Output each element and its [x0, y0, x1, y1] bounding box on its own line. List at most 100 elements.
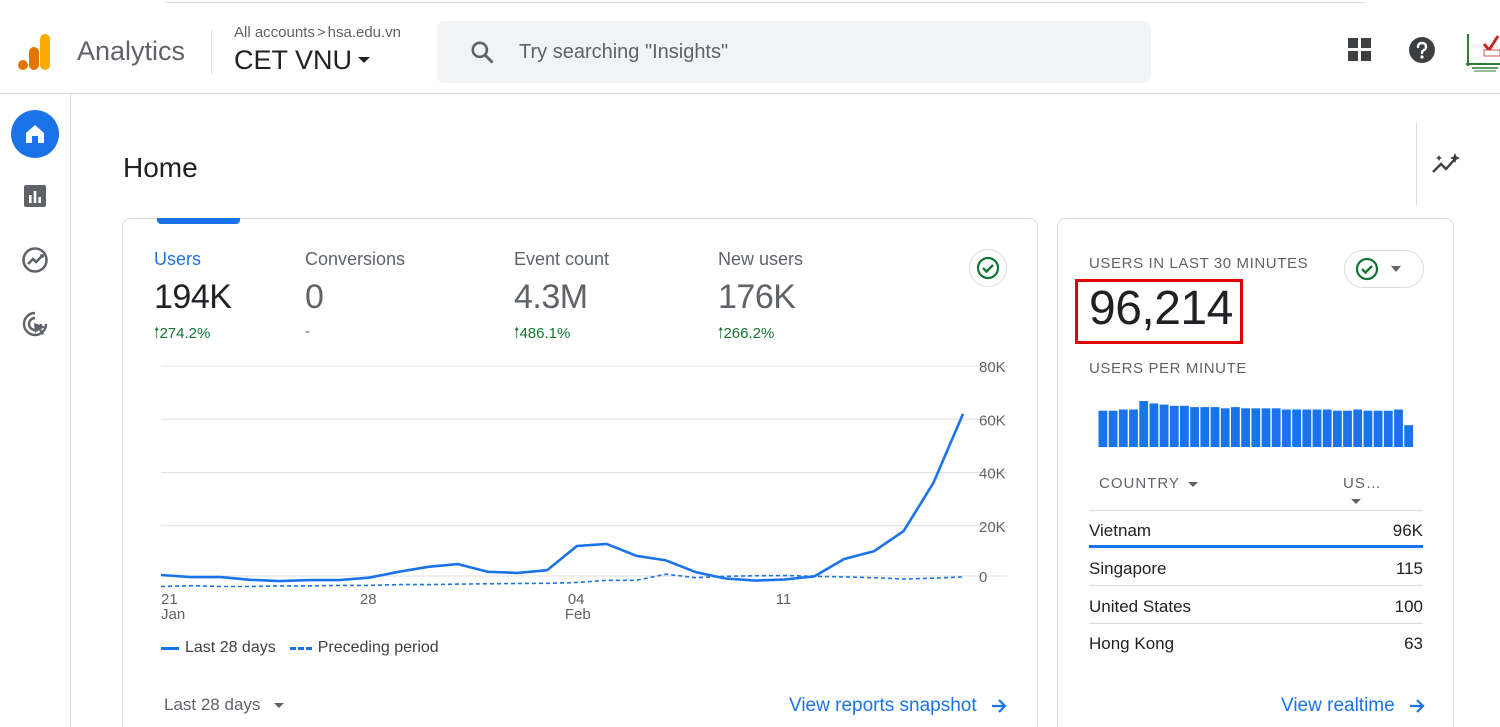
nav-reports[interactable]: [11, 172, 59, 220]
minute-bar[interactable]: [1322, 409, 1332, 448]
minute-bar[interactable]: [1363, 410, 1373, 447]
breadcrumb[interactable]: All accounts > hsa.edu.vn: [234, 24, 401, 41]
minute-bar[interactable]: [1169, 405, 1179, 447]
arrow-right-icon: [1409, 699, 1425, 713]
minute-bar[interactable]: [1139, 401, 1149, 447]
x-tick-month-label: Feb: [565, 606, 591, 623]
property-selector[interactable]: CET VNU: [234, 45, 371, 76]
metric-event-count-value: 4.3M: [514, 278, 588, 316]
minute-bar[interactable]: [1190, 407, 1199, 447]
date-range-selector[interactable]: Last 28 days: [164, 695, 285, 715]
minute-bar[interactable]: [1149, 403, 1159, 447]
minute-bar[interactable]: [1302, 409, 1312, 448]
minute-bar[interactable]: [1098, 410, 1108, 447]
minute-bar[interactable]: [1129, 409, 1138, 448]
minute-bar[interactable]: [1383, 410, 1393, 447]
view-reports-snapshot-link[interactable]: View reports snapshot: [789, 695, 1009, 717]
help-icon[interactable]: [1408, 36, 1436, 64]
search-bar[interactable]: [437, 21, 1151, 83]
minute-bar[interactable]: [1118, 409, 1128, 448]
minute-bar[interactable]: [1353, 409, 1363, 448]
y-tick-label: 20K: [979, 519, 1006, 536]
realtime-check-dropdown[interactable]: [1344, 250, 1424, 288]
minute-bar[interactable]: [1159, 404, 1169, 447]
metric-users[interactable]: Users 194K 🠑274.2%: [154, 249, 232, 348]
minute-bar[interactable]: [1108, 410, 1118, 447]
y-tick-label: 0: [979, 569, 987, 586]
minute-bar[interactable]: [1292, 409, 1301, 448]
nav-home[interactable]: [11, 110, 59, 158]
search-input[interactable]: [519, 35, 1119, 69]
metric-users-label: Users: [154, 249, 202, 269]
realtime-title: USERS IN LAST 30 MINUTES: [1089, 255, 1309, 272]
minute-bar[interactable]: [1271, 408, 1281, 447]
users-per-minute-label: USERS PER MINUTE: [1089, 360, 1247, 377]
row-country: Hong Kong: [1089, 634, 1175, 653]
x-tick-label: 28: [360, 591, 377, 608]
minute-bar[interactable]: [1180, 405, 1189, 447]
minute-bar[interactable]: [1333, 410, 1342, 447]
metric-conversions-value: 0: [305, 278, 324, 316]
account-avatar[interactable]: [1462, 30, 1500, 74]
data-quality-check-button[interactable]: [969, 249, 1007, 287]
explore-icon: [22, 247, 48, 273]
home-icon: [26, 125, 44, 143]
minute-bar[interactable]: [1210, 407, 1220, 447]
app-name: Analytics: [77, 36, 186, 66]
minute-bar[interactable]: [1241, 408, 1250, 447]
col-users-header[interactable]: US…: [1343, 475, 1399, 509]
realtime-card: USERS IN LAST 30 MINUTES 96,214 USERS PE…: [1057, 218, 1454, 727]
metric-event-count-change: 🠑486.1%: [514, 325, 571, 342]
row-value: 63: [1404, 634, 1423, 653]
caret-down-icon: [1187, 481, 1198, 487]
minute-bar[interactable]: [1404, 425, 1414, 447]
check-circle-icon: [976, 256, 1000, 280]
minute-bar[interactable]: [1261, 408, 1271, 447]
minute-bar[interactable]: [1220, 408, 1230, 447]
metric-users-change: 🠑274.2%: [154, 325, 211, 342]
minute-bar[interactable]: [1394, 409, 1403, 448]
property-name[interactable]: CET VNU: [234, 45, 352, 75]
minute-bar[interactable]: [1282, 409, 1291, 448]
metric-conversions-label: Conversions: [305, 249, 406, 269]
minute-bar[interactable]: [1373, 410, 1383, 447]
chart-legend: Last 28 days Preceding period: [161, 639, 439, 657]
top-strip-bar: [165, 0, 1365, 3]
minute-bar[interactable]: [1200, 407, 1210, 447]
nav-advertising[interactable]: [11, 300, 59, 348]
legend-dashed-swatch: [289, 646, 312, 650]
analytics-logo[interactable]: [18, 32, 54, 72]
users-per-minute-chart: [1098, 401, 1414, 448]
caret-down-icon: [274, 703, 285, 709]
minute-bar[interactable]: [1251, 408, 1261, 447]
series-last-28-days-line: [160, 413, 965, 583]
apps-grid-icon[interactable]: [1346, 36, 1374, 64]
metric-conversions-change: -: [305, 323, 310, 340]
header-divider: [211, 30, 212, 74]
breadcrumb-sub[interactable]: hsa.edu.vn: [328, 24, 401, 41]
page-title: Home: [123, 152, 198, 183]
breadcrumb-account[interactable]: All accounts: [234, 24, 315, 41]
minute-bar[interactable]: [1312, 409, 1322, 448]
metric-new-users[interactable]: New users 176K 🠑266.2%: [718, 249, 803, 348]
legend-current: Last 28 days: [185, 639, 276, 656]
insights-sparkle-icon[interactable]: [1431, 150, 1463, 178]
overview-card: Users 194K 🠑274.2% Conversions 0 - Event…: [122, 218, 1038, 727]
nav-explore[interactable]: [11, 236, 59, 284]
table-row: Singapore 115: [1089, 549, 1423, 586]
minute-bar[interactable]: [1231, 407, 1240, 447]
minute-bar[interactable]: [1343, 410, 1352, 447]
table-row: Vietnam 96K: [1089, 511, 1423, 548]
col-country-header[interactable]: COUNTRY: [1099, 475, 1198, 492]
y-tick-label: 40K: [979, 466, 1006, 483]
metric-event-count[interactable]: Event count 4.3M 🠑486.1%: [514, 249, 609, 348]
view-realtime-link[interactable]: View realtime: [1281, 695, 1427, 717]
caret-down-icon: [1351, 498, 1361, 504]
x-tick-month-label: Jan: [161, 606, 185, 623]
y-tick-label: 80K: [979, 359, 1006, 376]
browser-top-strip: [0, 0, 1500, 8]
red-highlight-box: [1075, 279, 1243, 344]
row-country: Vietnam: [1089, 521, 1152, 540]
metric-conversions[interactable]: Conversions 0 -: [305, 249, 405, 340]
legend-previous: Preceding period: [317, 639, 439, 656]
